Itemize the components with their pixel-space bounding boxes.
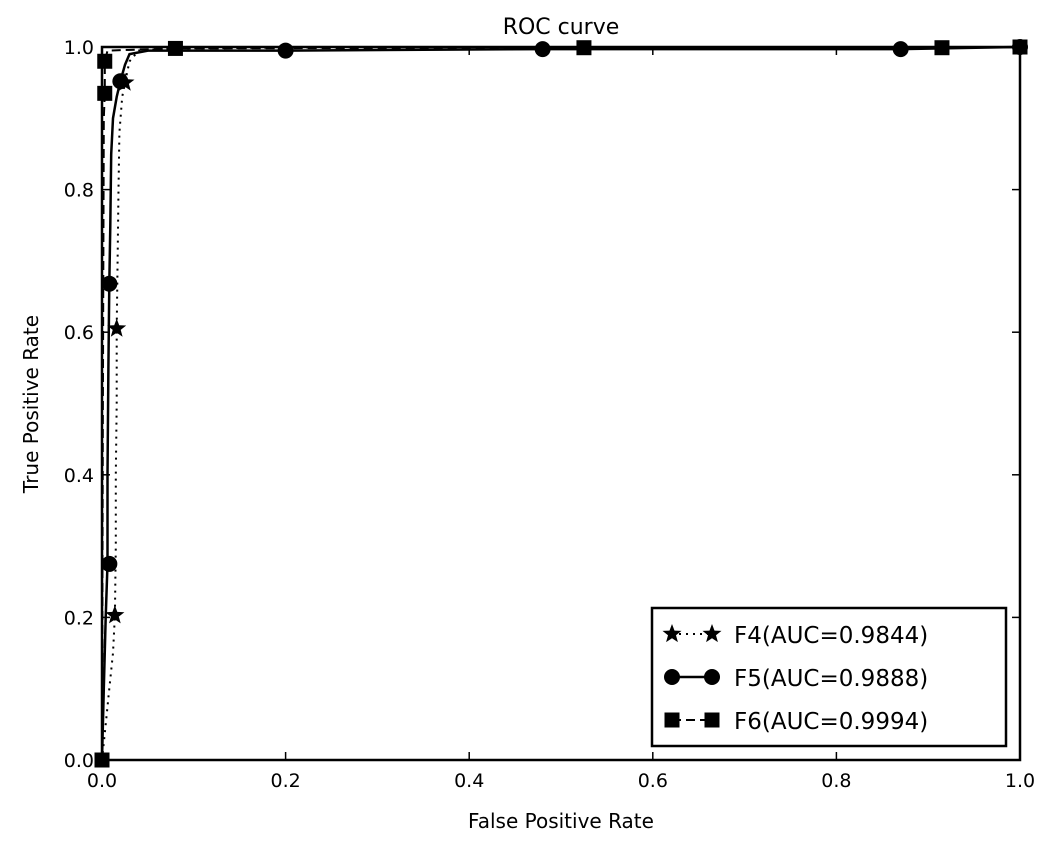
star-marker [105, 605, 125, 624]
legend-circle-icon [664, 669, 680, 685]
circle-marker [534, 41, 551, 58]
x-tick-label: 0.8 [821, 770, 851, 792]
circle-marker [101, 555, 118, 572]
y-axis-title: True Positive Rate [19, 315, 43, 494]
y-tick-label: 0.4 [64, 465, 94, 487]
square-marker [167, 40, 183, 56]
x-tick-label: 1.0 [1005, 770, 1035, 792]
chart-title: ROC curve [503, 15, 620, 40]
legend-label: F5(AUC=0.9888) [734, 666, 928, 692]
y-tick-label: 0.0 [64, 750, 94, 772]
roc-chart: ROC curve 0.0 0.2 0.4 0.6 0.8 1.0 0.0 0.2 0.4 0.… [19, 15, 1035, 833]
y-tick-label: 0.6 [64, 322, 94, 344]
square-marker [97, 85, 113, 101]
x-tick-label: 0.4 [454, 770, 484, 792]
x-axis-title: False Positive Rate [468, 809, 654, 833]
x-tick-label: 0.6 [638, 770, 668, 792]
x-tick-label: 0.2 [270, 770, 300, 792]
circle-marker [112, 73, 129, 90]
circle-marker [892, 41, 909, 58]
legend: F4(AUC=0.9844) F5(AUC=0.9888) F6(AUC=0.999… [650, 606, 1008, 748]
y-tick-label: 0.8 [64, 180, 94, 202]
y-tick-label: 0.2 [64, 607, 94, 629]
x-tick-label: 0.0 [87, 770, 117, 792]
legend-square-icon [704, 712, 720, 728]
legend-label: F4(AUC=0.9844) [734, 623, 928, 649]
legend-square-icon [664, 712, 680, 728]
legend-label: F6(AUC=0.9994) [734, 709, 928, 735]
y-tick-label: 1.0 [64, 37, 94, 59]
square-marker [97, 53, 113, 69]
legend-circle-icon [704, 669, 720, 685]
